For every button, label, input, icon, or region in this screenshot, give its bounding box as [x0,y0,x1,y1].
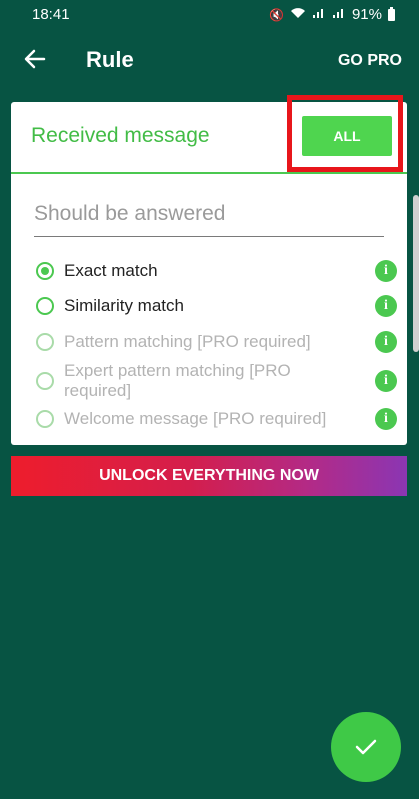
highlight-box [287,95,403,172]
save-fab-button[interactable] [331,712,401,782]
page-title: Rule [86,47,134,72]
arrow-left-icon [24,49,46,69]
battery-icon [388,6,395,21]
option-expert-pattern-matching[interactable]: Expert pattern matching [PRO required] i [36,361,397,401]
info-icon[interactable]: i [375,331,397,353]
radio-similarity-match[interactable] [36,297,54,315]
mute-icon: 🔇 [269,7,284,22]
radio-expert-pattern-matching[interactable] [36,372,54,390]
option-label: Expert pattern matching [PRO required] [64,361,291,400]
answer-input-wrap [34,202,384,237]
option-exact-match[interactable]: Exact match i [36,260,397,282]
option-pattern-matching[interactable]: Pattern matching [PRO required] i [36,331,397,353]
info-icon[interactable]: i [375,370,397,392]
radio-welcome-message[interactable] [36,410,54,428]
status-bar: 18:41 🔇 91% [0,0,419,30]
card-header: Received message ALL [11,95,407,174]
rule-card: Received message ALL Exact match i Simil… [11,95,407,445]
info-icon[interactable]: i [375,295,397,317]
signal-icon-2 [332,7,346,22]
option-label: Similarity match [64,296,184,315]
back-button[interactable] [22,46,48,72]
scrollbar[interactable] [413,195,419,352]
go-pro-button[interactable]: GO PRO [338,52,402,70]
option-label: Exact match [64,261,158,280]
status-time: 18:41 [32,6,70,23]
answer-input[interactable] [34,202,384,226]
info-icon[interactable]: i [375,260,397,282]
option-similarity-match[interactable]: Similarity match i [36,295,397,317]
battery-percent: 91% [351,6,382,23]
option-welcome-message[interactable]: Welcome message [PRO required] i [36,408,397,430]
option-label: Welcome message [PRO required] [64,409,327,428]
info-icon[interactable]: i [375,408,397,430]
wifi-icon [290,7,306,22]
radio-pattern-matching[interactable] [36,333,54,351]
check-icon [355,739,377,755]
received-message-label: Received message [31,124,210,147]
option-label: Pattern matching [PRO required] [64,332,311,351]
radio-exact-match[interactable] [36,262,54,280]
signal-icon [312,7,326,22]
unlock-everything-button[interactable]: UNLOCK EVERYTHING NOW [11,456,407,496]
status-icons: 🔇 91% [269,6,395,23]
app-bar: Rule GO PRO [0,30,419,90]
